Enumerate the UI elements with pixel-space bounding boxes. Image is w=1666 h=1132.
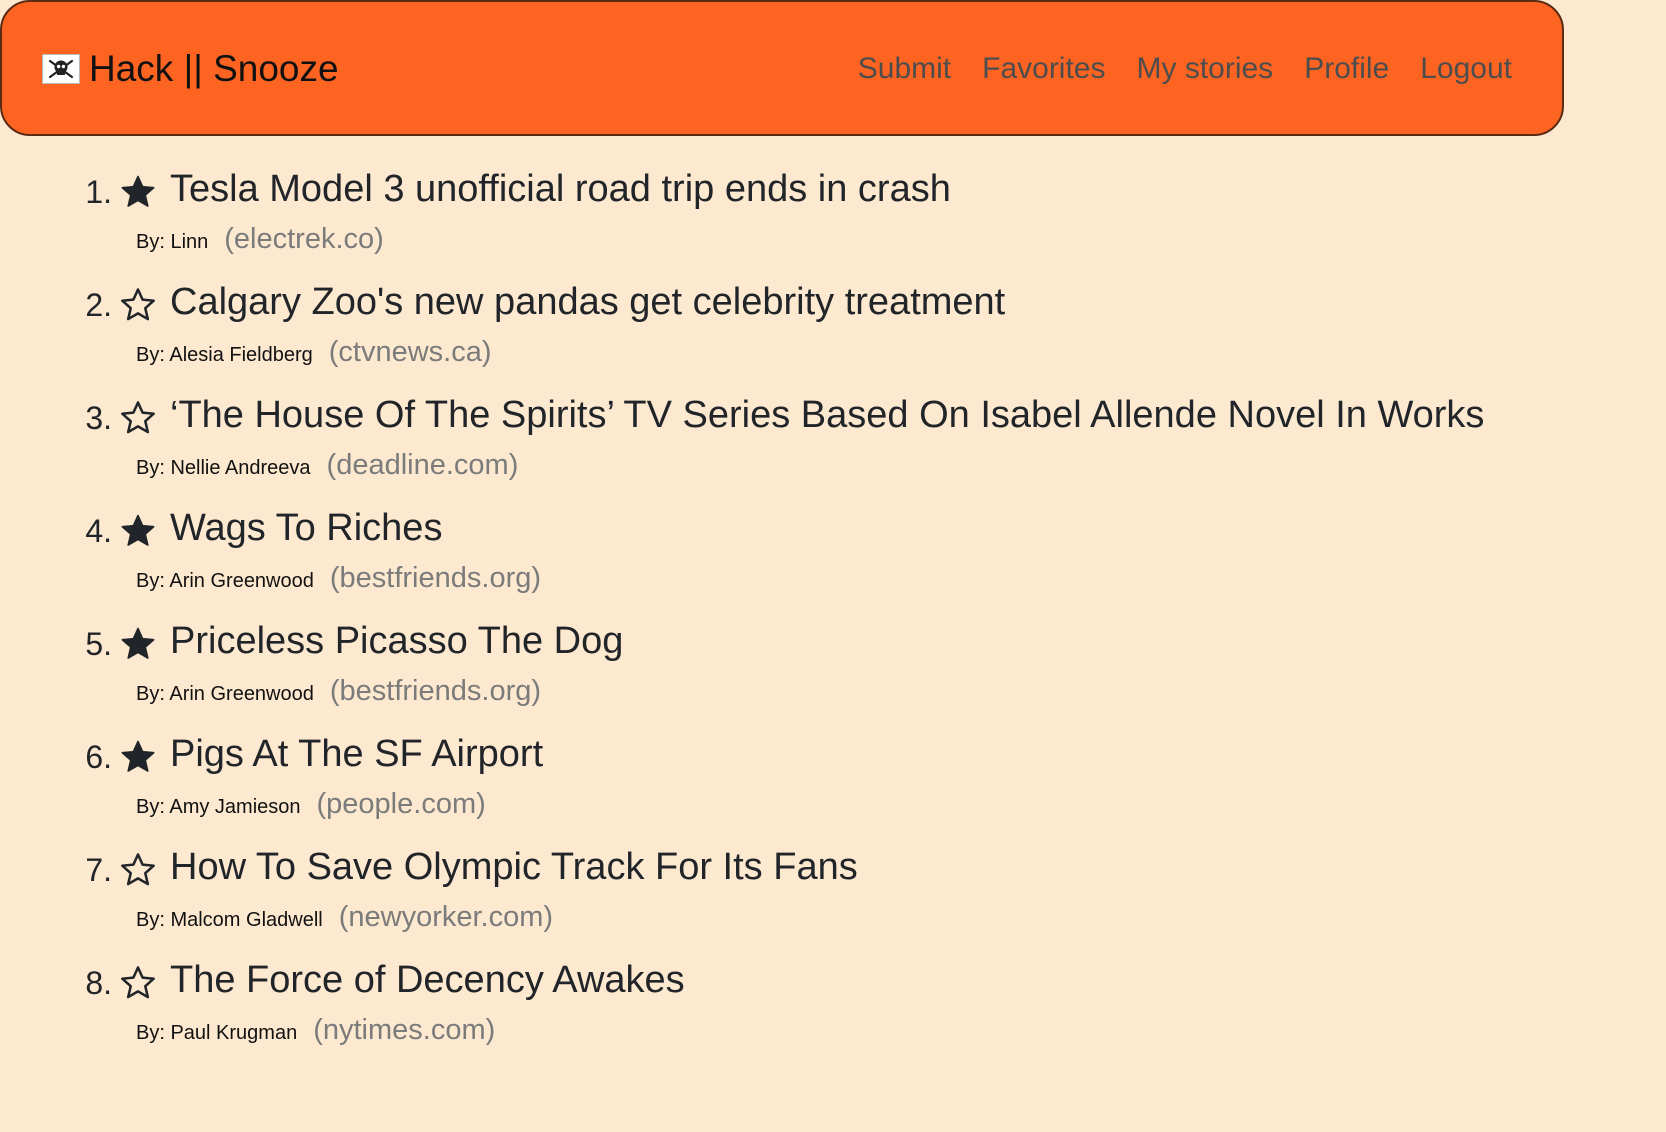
story-number: 2.	[85, 287, 112, 323]
story-meta: By: Malcom Gladwell (newyorker.com)	[136, 901, 553, 934]
story-item: 5. Priceless Picasso The Dog By: Arin Gr…	[0, 618, 1666, 731]
story-list: 1. Tesla Model 3 unofficial road trip en…	[0, 166, 1666, 1070]
nav-logout-link[interactable]: Logout	[1420, 52, 1512, 86]
nav-submit-link[interactable]: Submit	[858, 52, 951, 86]
story-author: By: Malcom Gladwell	[136, 909, 323, 931]
brand-title: Hack || Snooze	[89, 48, 339, 89]
brand[interactable]: Hack || Snooze	[42, 48, 339, 90]
story-number: 7.	[85, 852, 112, 888]
story-hostname: (bestfriends.org)	[329, 675, 542, 707]
story-author: By: Linn	[136, 231, 209, 253]
story-item: 6. Pigs At The SF Airport By: Amy Jamies…	[0, 731, 1666, 844]
story-number: 3.	[85, 400, 112, 436]
story-meta: By: Linn (electrek.co)	[136, 223, 384, 256]
story-author: By: Arin Greenwood	[136, 570, 314, 592]
story-author: By: Amy Jamieson	[136, 796, 301, 818]
star-filled-icon[interactable]	[119, 173, 157, 211]
story-title-link[interactable]: The Force of Decency Awakes	[170, 959, 685, 1002]
story-hostname: (bestfriends.org)	[329, 562, 542, 594]
story-title-link[interactable]: Calgary Zoo's new pandas get celebrity t…	[170, 281, 1005, 324]
story-author: By: Paul Krugman	[136, 1022, 298, 1044]
story-hostname: (people.com)	[316, 788, 486, 820]
story-number: 8.	[85, 965, 112, 1001]
story-title-link[interactable]: Pigs At The SF Airport	[170, 733, 543, 776]
story-item: 7. How To Save Olympic Track For Its Fan…	[0, 844, 1666, 957]
story-hostname: (ctvnews.ca)	[328, 336, 492, 368]
story-item: 1. Tesla Model 3 unofficial road trip en…	[0, 166, 1666, 279]
story-hostname: (electrek.co)	[224, 223, 384, 255]
star-filled-icon[interactable]	[119, 625, 157, 663]
story-number: 5.	[85, 626, 112, 662]
pirate-flag-icon	[42, 54, 80, 84]
story-item: 3. ‘The House Of The Spirits’ TV Series …	[0, 392, 1666, 505]
nav-links: Submit Favorites My stories Profile Logo…	[827, 52, 1512, 86]
story-meta: By: Arin Greenwood (bestfriends.org)	[136, 675, 541, 708]
story-meta: By: Paul Krugman (nytimes.com)	[136, 1014, 495, 1047]
star-outline-icon[interactable]	[119, 964, 157, 1002]
nav-my-stories-link[interactable]: My stories	[1137, 52, 1274, 86]
story-title-link[interactable]: Priceless Picasso The Dog	[170, 620, 623, 663]
star-outline-icon[interactable]	[119, 851, 157, 889]
story-item: 4. Wags To Riches By: Arin Greenwood (be…	[0, 505, 1666, 618]
story-author: By: Nellie Andreeva	[136, 457, 311, 479]
nav-favorites-link[interactable]: Favorites	[982, 52, 1105, 86]
story-hostname: (newyorker.com)	[338, 901, 554, 933]
star-filled-icon[interactable]	[119, 512, 157, 550]
navbar: Hack || Snooze Submit Favorites My stori…	[0, 0, 1564, 136]
star-outline-icon[interactable]	[119, 399, 157, 437]
star-filled-icon[interactable]	[119, 738, 157, 776]
story-meta: By: Alesia Fieldberg (ctvnews.ca)	[136, 336, 492, 369]
story-meta: By: Nellie Andreeva (deadline.com)	[136, 449, 518, 482]
story-item: 8. The Force of Decency Awakes By: Paul …	[0, 957, 1666, 1070]
story-title-link[interactable]: Tesla Model 3 unofficial road trip ends …	[170, 168, 951, 211]
nav-profile-link[interactable]: Profile	[1304, 52, 1389, 86]
story-author: By: Arin Greenwood	[136, 683, 314, 705]
story-meta: By: Arin Greenwood (bestfriends.org)	[136, 562, 541, 595]
story-author: By: Alesia Fieldberg	[136, 344, 313, 366]
story-meta: By: Amy Jamieson (people.com)	[136, 788, 486, 821]
story-hostname: (deadline.com)	[326, 449, 519, 481]
story-number: 4.	[85, 513, 112, 549]
story-title-link[interactable]: How To Save Olympic Track For Its Fans	[170, 846, 858, 889]
story-item: 2. Calgary Zoo's new pandas get celebrit…	[0, 279, 1666, 392]
star-outline-icon[interactable]	[119, 286, 157, 324]
story-title-link[interactable]: ‘The House Of The Spirits’ TV Series Bas…	[170, 394, 1484, 437]
story-number: 6.	[85, 739, 112, 775]
story-number: 1.	[85, 174, 112, 210]
story-hostname: (nytimes.com)	[313, 1014, 496, 1046]
story-title-link[interactable]: Wags To Riches	[170, 507, 442, 550]
